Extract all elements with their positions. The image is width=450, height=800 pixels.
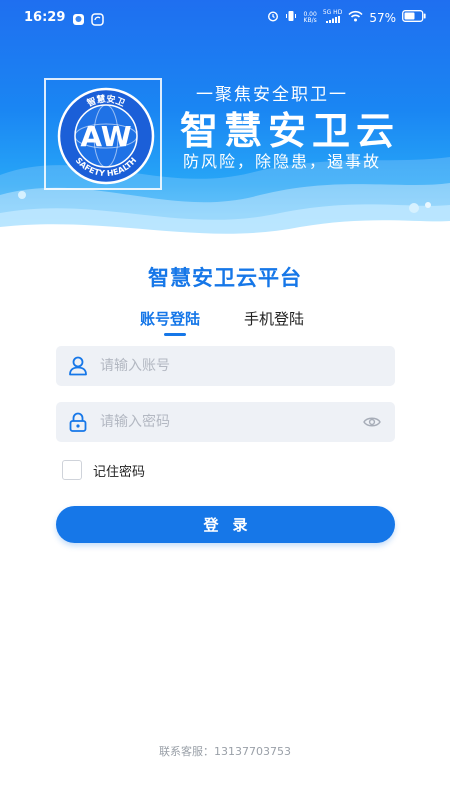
battery-icon [402,10,426,25]
network-type: 5G HD [323,10,342,25]
vibrate-icon [285,10,297,25]
account-input[interactable] [100,346,395,386]
tab-phone-login[interactable]: 手机登陆 [244,308,304,329]
account-field [56,346,395,386]
header-banner: 16:29 0.00 KB/s 5G HD 57% 智慧安卫 SAFETY HE… [0,0,450,245]
sync-icon [91,11,104,30]
wifi-icon [348,10,363,25]
status-time: 16:29 [24,10,66,25]
tab-account-login[interactable]: 账号登陆 [140,308,200,329]
status-bar: 16:29 0.00 KB/s 5G HD 57% [0,0,450,36]
lock-icon [56,411,100,433]
remember-checkbox[interactable] [62,460,82,480]
net-speed: 0.00 KB/s [303,10,317,24]
password-input[interactable] [100,402,349,442]
gallery-icon [72,11,85,30]
battery-percent: 57% [369,10,396,25]
alarm-icon [267,10,279,25]
slogan-bottom: 防风险，除隐患，遏事故 [183,152,382,171]
remember-password[interactable]: 记住密码 [62,460,145,480]
remember-label: 记住密码 [93,464,146,480]
eye-icon[interactable] [349,416,395,428]
signal-icon [325,16,340,23]
contact-support: 联系客服：13137703753 [159,745,291,758]
active-tab-indicator [164,333,186,336]
user-icon [56,355,100,377]
password-field [56,402,395,442]
login-tabs: 账号登陆 手机登陆 [0,308,450,338]
platform-title: 智慧安卫云平台 [148,266,302,290]
brand-title: 智慧安卫云 [180,109,401,153]
login-button[interactable]: 登录 [56,506,395,543]
safety-health-logo: 智慧安卫 SAFETY HEALTH AW [57,87,155,185]
svg-text:AW: AW [80,120,131,153]
